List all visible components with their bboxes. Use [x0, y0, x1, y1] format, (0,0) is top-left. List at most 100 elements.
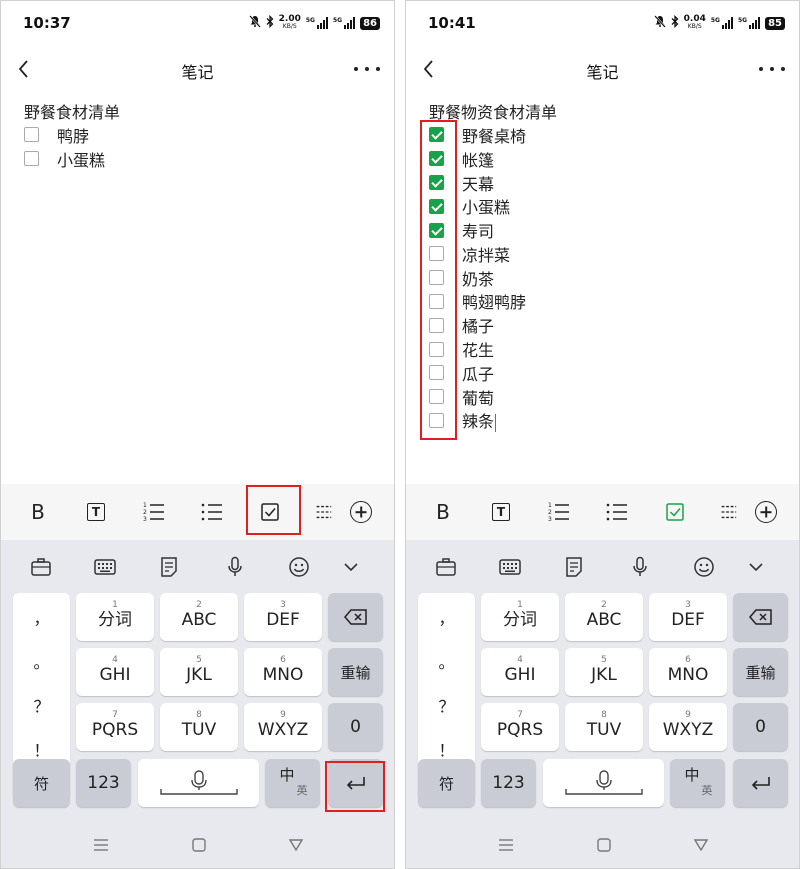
- numbered-list-icon[interactable]: 123: [140, 498, 168, 526]
- checklist-item-label[interactable]: 橘子: [462, 313, 494, 337]
- signal-icon: 5G: [711, 17, 733, 29]
- checklist-item-label[interactable]: 鸭翅鸭脖: [462, 289, 526, 313]
- key-6[interactable]: 6 MNO: [244, 648, 322, 696]
- key-9[interactable]: 9 WXYZ: [649, 703, 727, 751]
- checkbox[interactable]: [24, 127, 39, 143]
- key-0[interactable]: 0: [328, 703, 383, 751]
- key-5[interactable]: 5 JKL: [160, 648, 238, 696]
- reinput-key[interactable]: 重输: [328, 648, 383, 696]
- key-4[interactable]: 4 GHI: [76, 648, 154, 696]
- add-button[interactable]: [752, 498, 780, 526]
- text-style-button[interactable]: T: [82, 498, 110, 526]
- key-7[interactable]: 7 PQRS: [76, 703, 154, 751]
- space-key[interactable]: [543, 759, 664, 807]
- keyboard-icon[interactable]: [498, 555, 522, 579]
- key-0[interactable]: 0: [733, 703, 788, 751]
- key-2[interactable]: 2 ABC: [160, 593, 238, 641]
- punct-key[interactable]: ？: [13, 693, 70, 717]
- backspace-key[interactable]: [733, 593, 788, 641]
- punct-key[interactable]: ！: [13, 737, 70, 761]
- text-style-button[interactable]: T: [487, 498, 515, 526]
- space-key[interactable]: [138, 759, 259, 807]
- numeric-key[interactable]: 123: [76, 759, 131, 807]
- microphone-icon[interactable]: [628, 555, 652, 579]
- bullet-list-icon[interactable]: [198, 498, 226, 526]
- symbol-key[interactable]: 符: [13, 759, 70, 807]
- clipboard-icon[interactable]: [157, 555, 181, 579]
- checklist-icon-active[interactable]: [661, 498, 689, 526]
- back-nav-icon[interactable]: [288, 837, 304, 853]
- language-switch-key[interactable]: 中英: [265, 759, 320, 807]
- backspace-key[interactable]: [328, 593, 383, 641]
- punct-key[interactable]: 。: [418, 649, 475, 673]
- key-8[interactable]: 8 TUV: [565, 703, 643, 751]
- checklist-item-label[interactable]: 寿司: [462, 218, 494, 242]
- checklist-item-label[interactable]: 凉拌菜: [462, 242, 510, 266]
- collapse-icon[interactable]: [744, 555, 768, 579]
- signal-icon: 5G: [306, 17, 328, 29]
- key-3[interactable]: 3 DEF: [244, 593, 322, 641]
- emoji-icon[interactable]: [287, 555, 311, 579]
- emoji-icon[interactable]: [692, 555, 716, 579]
- more-icon[interactable]: [759, 57, 785, 81]
- numbered-list-icon[interactable]: 123: [545, 498, 573, 526]
- key-1[interactable]: 1 分词: [481, 593, 559, 641]
- key-2[interactable]: 2 ABC: [565, 593, 643, 641]
- mute-icon: [653, 15, 666, 31]
- key-1[interactable]: 1 分词: [76, 593, 154, 641]
- checklist: 鸭脖 小蛋糕: [24, 123, 105, 171]
- punct-key[interactable]: ，: [418, 605, 475, 629]
- symbol-key[interactable]: 符: [418, 759, 475, 807]
- punct-key[interactable]: ！: [418, 737, 475, 761]
- checklist-item-label[interactable]: 小蛋糕: [462, 194, 510, 218]
- note-title[interactable]: 野餐食材清单: [24, 99, 120, 123]
- bold-button[interactable]: B: [24, 498, 52, 526]
- collapse-icon[interactable]: [339, 555, 363, 579]
- briefcase-icon[interactable]: [29, 555, 53, 579]
- home-icon[interactable]: [191, 837, 207, 853]
- menu-icon[interactable]: [498, 837, 514, 853]
- checklist-item-label[interactable]: 帐篷: [462, 147, 494, 171]
- key-8[interactable]: 8 TUV: [160, 703, 238, 751]
- checklist-item-label[interactable]: 天幕: [462, 171, 494, 195]
- page-title: 笔记: [181, 63, 214, 82]
- punct-key[interactable]: ，: [13, 605, 70, 629]
- back-nav-icon[interactable]: [693, 837, 709, 853]
- add-button[interactable]: [347, 498, 375, 526]
- punct-key[interactable]: 。: [13, 649, 70, 673]
- checklist-item-label[interactable]: 瓜子: [462, 361, 494, 385]
- language-switch-key[interactable]: 中英: [670, 759, 725, 807]
- key-5[interactable]: 5 JKL: [565, 648, 643, 696]
- checklist-item-label[interactable]: 奶茶: [462, 266, 494, 290]
- punct-key[interactable]: ？: [418, 693, 475, 717]
- checklist-item-label[interactable]: 野餐桌椅: [462, 123, 526, 147]
- menu-icon[interactable]: [93, 837, 109, 853]
- key-6[interactable]: 6 MNO: [649, 648, 727, 696]
- more-icon[interactable]: [354, 57, 380, 81]
- briefcase-icon[interactable]: [434, 555, 458, 579]
- divider-icon[interactable]: [718, 498, 738, 526]
- clipboard-icon[interactable]: [562, 555, 586, 579]
- reinput-key[interactable]: 重输: [733, 648, 788, 696]
- checklist-item-label[interactable]: 花生: [462, 337, 494, 361]
- key-3[interactable]: 3 DEF: [649, 593, 727, 641]
- bluetooth-icon: [266, 14, 274, 31]
- text-style-icon: T: [492, 503, 510, 521]
- key-9[interactable]: 9 WXYZ: [244, 703, 322, 751]
- key-4[interactable]: 4 GHI: [481, 648, 559, 696]
- enter-key[interactable]: [733, 759, 788, 807]
- checklist-item-label[interactable]: 葡萄: [462, 385, 494, 409]
- checklist-item-label[interactable]: 小蛋糕: [57, 147, 105, 171]
- checklist-item-label[interactable]: 鸭脖: [57, 123, 89, 147]
- checklist-item-label[interactable]: 辣条: [462, 408, 497, 432]
- bullet-list-icon[interactable]: [603, 498, 631, 526]
- microphone-icon[interactable]: [223, 555, 247, 579]
- home-icon[interactable]: [596, 837, 612, 853]
- key-7[interactable]: 7 PQRS: [481, 703, 559, 751]
- divider-icon[interactable]: [313, 498, 333, 526]
- bold-button[interactable]: B: [429, 498, 457, 526]
- keyboard-icon[interactable]: [93, 555, 117, 579]
- numeric-key[interactable]: 123: [481, 759, 536, 807]
- checkbox[interactable]: [24, 151, 39, 167]
- status-icons: 0.04 KB/S 5G 5G 85: [653, 15, 785, 31]
